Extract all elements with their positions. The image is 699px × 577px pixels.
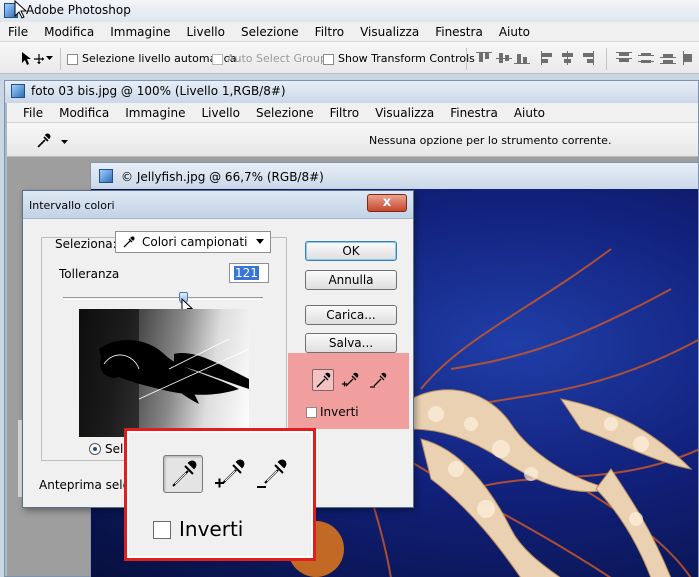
- distribute-vcenter-icon[interactable]: [638, 51, 654, 65]
- tolleranza-label: Tolleranza: [59, 267, 120, 281]
- menu-immagine[interactable]: Immagine: [117, 103, 193, 122]
- menu-finestra[interactable]: Finestra: [442, 103, 506, 122]
- eyedropper-subtract-button-zoomed[interactable]: [253, 455, 293, 493]
- selection-preview: [79, 309, 249, 437]
- auto-select-groups-checkbox: [212, 53, 223, 65]
- document-tool-options-bar: Nessuna opzione per lo strumento corrent…: [7, 123, 698, 157]
- eyedropper-subtract-button[interactable]: [368, 369, 390, 391]
- menu-selezione[interactable]: Selezione: [233, 22, 307, 41]
- app-menu-bar: File Modifica Immagine Livello Selezione…: [0, 22, 699, 42]
- menu-file[interactable]: File: [15, 103, 51, 122]
- chevron-down-icon[interactable]: [46, 56, 54, 62]
- menu-filtro[interactable]: Filtro: [307, 22, 352, 41]
- document-title: © Jellyfish.jpg @ 66,7% (RGB/8#): [121, 170, 324, 184]
- photoshop-document-icon: [11, 84, 25, 98]
- carica-button[interactable]: Carica...: [305, 305, 397, 325]
- tolleranza-slider[interactable]: [63, 297, 263, 300]
- show-transform-checkbox[interactable]: [323, 53, 334, 65]
- menu-visualizza[interactable]: Visualizza: [352, 22, 427, 41]
- tool-message: Nessuna opzione per lo strumento corrent…: [369, 134, 612, 147]
- menu-immagine[interactable]: Immagine: [102, 22, 178, 41]
- zoom-callout-panel: Inverti: [129, 433, 311, 556]
- document-title-bar[interactable]: © Jellyfish.jpg @ 66,7% (RGB/8#): [91, 163, 698, 189]
- inverti-label-zoomed: Inverti: [179, 517, 244, 541]
- photoshop-document-icon: [99, 169, 113, 183]
- document-title-bar[interactable]: foto 03 bis.jpg @ 100% (Livello 1,RGB/8#…: [5, 81, 698, 103]
- salva-button[interactable]: Salva...: [305, 333, 397, 353]
- eyedropper-tools-highlight: Inverti: [288, 353, 409, 429]
- close-button[interactable]: x: [367, 194, 407, 212]
- divider: [466, 48, 467, 70]
- align-hcenter-icon[interactable]: [560, 51, 576, 65]
- menu-aiuto[interactable]: Aiuto: [491, 22, 538, 41]
- dialog-title-bar[interactable]: Intervallo colori x: [23, 191, 413, 219]
- eyedropper-plus-icon: [342, 372, 359, 387]
- menu-livello[interactable]: Livello: [193, 103, 248, 122]
- menu-finestra[interactable]: Finestra: [427, 22, 491, 41]
- eyedropper-icon: [316, 372, 331, 388]
- eyedropper-add-button-zoomed[interactable]: [211, 455, 251, 493]
- divider: [606, 48, 607, 70]
- auto-select-layer-checkbox[interactable]: [67, 53, 78, 65]
- annulla-button[interactable]: Annulla: [305, 270, 397, 290]
- menu-modifica[interactable]: Modifica: [36, 22, 102, 41]
- arrow-cursor-icon: [14, 0, 28, 19]
- zoom-callout: Inverti: [124, 428, 316, 561]
- align-right-icon[interactable]: [580, 51, 596, 65]
- eyedropper-plus-icon: [215, 459, 245, 488]
- inverti-checkbox[interactable]: [306, 407, 317, 418]
- ok-button[interactable]: OK: [305, 241, 397, 261]
- show-transform-option[interactable]: Show Transform Controls: [323, 52, 475, 65]
- tolleranza-input[interactable]: 121: [229, 263, 269, 283]
- document-title: foto 03 bis.jpg @ 100% (Livello 1,RGB/8#…: [31, 84, 286, 98]
- distribute-top-icon[interactable]: [616, 51, 632, 65]
- seleziona-dropdown[interactable]: Colori campionati: [115, 231, 271, 253]
- menu-file[interactable]: File: [0, 22, 36, 41]
- dialog-title: Intervallo colori: [29, 199, 115, 212]
- align-vcenter-icon[interactable]: [496, 51, 512, 65]
- eyedropper-minus-icon: [370, 372, 387, 388]
- align-left-icon[interactable]: [540, 51, 556, 65]
- app-title: Adobe Photoshop: [26, 3, 131, 17]
- divider: [60, 48, 61, 70]
- eyedropper-add-button[interactable]: [340, 369, 362, 391]
- inverti-label: Inverti: [320, 405, 359, 419]
- eyedropper-button[interactable]: [312, 369, 334, 391]
- tool-options-bar: Selezione livello automatica Auto Select…: [0, 42, 699, 74]
- chevron-down-icon: [256, 239, 264, 244]
- eyedropper-icon: [172, 460, 197, 487]
- selection-radio[interactable]: [89, 443, 101, 455]
- menu-aiuto[interactable]: Aiuto: [506, 103, 553, 122]
- distribute-bottom-icon[interactable]: [660, 51, 676, 65]
- eyedropper-tool-icon[interactable]: [35, 132, 69, 150]
- menu-selezione[interactable]: Selezione: [248, 103, 322, 122]
- eyedropper-icon: [123, 236, 135, 248]
- eyedropper-button-zoomed[interactable]: [163, 455, 203, 493]
- distribute-left-icon[interactable]: [682, 51, 698, 65]
- seleziona-value: Colori campionati: [142, 235, 248, 249]
- menu-modifica[interactable]: Modifica: [51, 103, 117, 122]
- menu-filtro[interactable]: Filtro: [322, 103, 367, 122]
- auto-select-groups-option: Auto Select Groups: [212, 52, 333, 65]
- app-title-bar: Adobe Photoshop: [0, 0, 699, 22]
- align-top-icon[interactable]: [476, 51, 492, 65]
- menu-visualizza[interactable]: Visualizza: [367, 103, 442, 122]
- inverti-checkbox-zoomed[interactable]: [153, 521, 171, 539]
- align-bottom-icon[interactable]: [514, 51, 530, 65]
- seleziona-label: Seleziona:: [55, 237, 117, 251]
- eyedropper-minus-icon: [257, 459, 287, 488]
- tolleranza-value: 121: [234, 266, 259, 280]
- document-menu-bar: File Modifica Immagine Livello Selezione…: [7, 103, 698, 123]
- menu-livello[interactable]: Livello: [178, 22, 233, 41]
- preview-mask-image: [79, 309, 249, 437]
- anteprima-label: Anteprima selez: [39, 478, 137, 492]
